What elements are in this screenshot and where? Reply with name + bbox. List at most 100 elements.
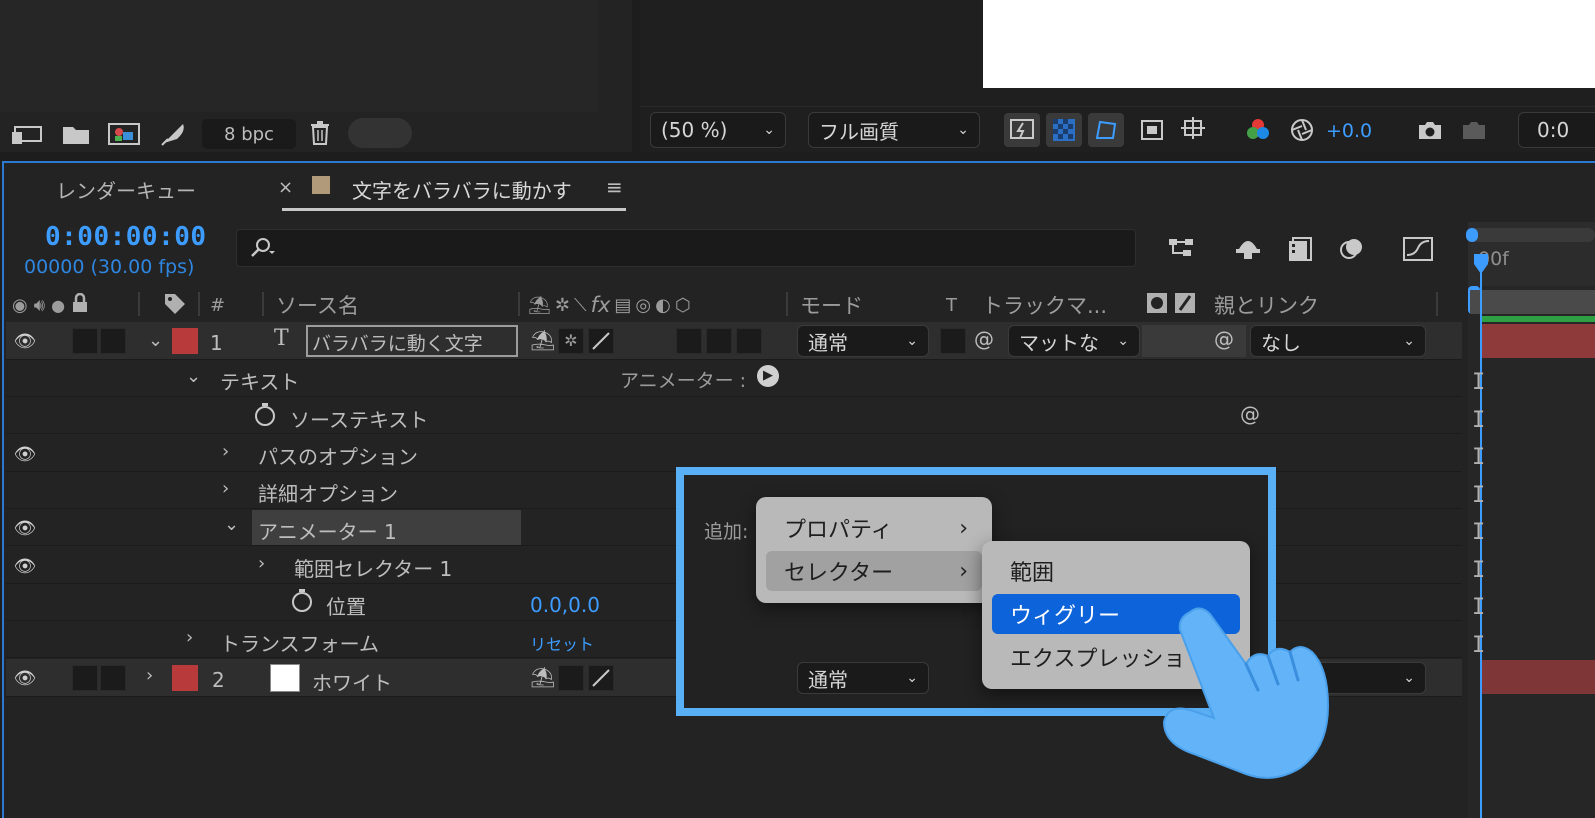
solo-switch-icon[interactable]: ● bbox=[51, 296, 65, 315]
audio-switch-icon[interactable]: 🔊︎ bbox=[34, 295, 45, 316]
ibeam-marker[interactable]: I bbox=[1472, 402, 1485, 440]
layer-name[interactable]: ホワイト bbox=[312, 667, 392, 696]
bit-depth-button[interactable]: 8 bpc bbox=[202, 119, 296, 149]
position-value[interactable]: 0.0,0.0 bbox=[530, 593, 600, 617]
menu-item-property[interactable]: プロパティ › bbox=[766, 508, 982, 548]
chevron-right-icon[interactable]: › bbox=[146, 665, 153, 686]
motion-blur-switch[interactable] bbox=[736, 328, 762, 354]
track-matte-dropdown[interactable]: マットな ⌄ bbox=[1008, 325, 1140, 357]
zoom-handle-start[interactable] bbox=[1466, 228, 1478, 242]
resolution-dropdown[interactable]: フル画質 ⌄ bbox=[808, 112, 980, 148]
guides-grid-icon[interactable] bbox=[1176, 113, 1212, 147]
new-folder-icon[interactable] bbox=[60, 120, 92, 148]
track-matte-header[interactable]: トラックマ... bbox=[982, 288, 1107, 322]
quality-switch-icon[interactable] bbox=[588, 328, 614, 354]
shy-switch-icon[interactable]: ⛱︎ bbox=[530, 665, 555, 689]
frame-blend-switch[interactable] bbox=[706, 328, 732, 354]
tab-render-queue[interactable]: レンダーキュー bbox=[56, 175, 196, 204]
composition-canvas[interactable] bbox=[983, 0, 1595, 88]
tab-composition[interactable]: 文字をバラバラに動かす bbox=[352, 175, 572, 204]
panel-menu-icon[interactable]: ≡ bbox=[606, 175, 623, 199]
layer-name-field[interactable]: バラバラに動く文字 bbox=[306, 325, 518, 357]
stopwatch-icon[interactable] bbox=[289, 587, 315, 619]
layer-2-duration-bar[interactable] bbox=[1482, 660, 1595, 694]
region-of-interest-icon[interactable] bbox=[1134, 113, 1170, 147]
tab-close-icon[interactable]: × bbox=[278, 177, 293, 198]
frame-blending-icon[interactable] bbox=[1282, 232, 1318, 266]
eye-icon[interactable]: 👁︎ bbox=[10, 551, 40, 581]
preserve-transparency-header[interactable]: T bbox=[946, 288, 957, 322]
lock-switch[interactable] bbox=[100, 665, 126, 691]
eye-icon[interactable]: 👁︎ bbox=[10, 513, 40, 543]
number-header[interactable]: # bbox=[210, 288, 225, 322]
trash-icon[interactable] bbox=[306, 118, 334, 148]
solo-switch[interactable] bbox=[72, 665, 98, 691]
motion-blur-icon[interactable] bbox=[1334, 232, 1370, 266]
transparency-grid-icon[interactable] bbox=[1046, 113, 1082, 147]
ibeam-marker[interactable]: I bbox=[1472, 514, 1485, 552]
motion-blur-switch-icon[interactable]: ◎ bbox=[635, 295, 651, 316]
reset-link[interactable]: リセット bbox=[530, 631, 594, 655]
mode-header[interactable]: モード bbox=[800, 288, 863, 322]
parent-pickwhip-icon[interactable]: @ bbox=[1214, 327, 1234, 351]
rgb-channel-icon[interactable] bbox=[1240, 113, 1276, 147]
column-separator[interactable] bbox=[518, 292, 520, 316]
zoom-dropdown[interactable]: (50 %) ⌄ bbox=[650, 112, 786, 148]
video-eye-icon[interactable]: 👁︎ bbox=[10, 326, 40, 356]
chevron-down-icon[interactable]: ⌄ bbox=[224, 514, 239, 535]
exposure-value[interactable]: +0.0 bbox=[1326, 120, 1372, 142]
video-switch-icon[interactable]: ◉ bbox=[12, 295, 28, 316]
mode-dropdown[interactable]: 通常 ⌄ bbox=[797, 325, 929, 357]
menu-item-selector[interactable]: セレクター › bbox=[766, 551, 982, 591]
fast-previews-icon[interactable] bbox=[1004, 113, 1040, 147]
label-color-swatch[interactable] bbox=[172, 665, 198, 691]
interpret-footage-icon[interactable] bbox=[10, 122, 44, 148]
adjustment-layer-icon[interactable]: ◐ bbox=[655, 295, 671, 316]
ibeam-marker[interactable]: I bbox=[1472, 477, 1485, 515]
quality-switch-icon[interactable] bbox=[588, 665, 614, 691]
stopwatch-icon[interactable] bbox=[252, 401, 278, 433]
chevron-right-icon[interactable]: › bbox=[222, 441, 229, 462]
chevron-right-icon[interactable]: › bbox=[258, 553, 265, 574]
work-area-bar[interactable] bbox=[1468, 228, 1595, 242]
column-separator[interactable] bbox=[1436, 292, 1438, 316]
project-list[interactable] bbox=[0, 0, 598, 112]
render-icon[interactable] bbox=[158, 120, 190, 148]
column-separator[interactable] bbox=[198, 292, 200, 316]
fx-switch[interactable] bbox=[676, 328, 702, 354]
ibeam-marker[interactable]: I bbox=[1472, 364, 1485, 402]
layer-1-duration-bar[interactable] bbox=[1482, 324, 1595, 358]
ibeam-marker[interactable]: I bbox=[1472, 552, 1485, 590]
animator-1-label[interactable]: アニメーター 1 bbox=[258, 516, 397, 545]
show-snapshot-icon[interactable] bbox=[1456, 113, 1492, 147]
chevron-right-icon[interactable]: › bbox=[186, 627, 193, 648]
animator-play-icon[interactable]: ▶ bbox=[757, 365, 779, 387]
ibeam-marker[interactable]: I bbox=[1472, 439, 1485, 477]
column-separator[interactable] bbox=[138, 292, 140, 316]
shy-layers-icon[interactable] bbox=[1230, 232, 1266, 266]
snapshot-icon[interactable] bbox=[1412, 113, 1448, 147]
collapse-switch[interactable] bbox=[558, 665, 584, 691]
exposure-icon[interactable] bbox=[1284, 113, 1320, 147]
source-name-header[interactable]: ソース名 bbox=[276, 288, 359, 322]
playhead-head[interactable] bbox=[1472, 254, 1490, 274]
frame-blend-icon[interactable]: ▤ bbox=[614, 295, 631, 316]
work-area-range[interactable] bbox=[1470, 290, 1595, 314]
graph-editor-icon[interactable] bbox=[1400, 232, 1436, 266]
mask-path-icon[interactable] bbox=[1088, 113, 1124, 147]
menu-item-range[interactable]: 範囲 bbox=[992, 551, 1240, 591]
eye-icon[interactable]: 👁︎ bbox=[10, 439, 40, 469]
flowchart-toggle[interactable] bbox=[348, 118, 412, 148]
label-header[interactable] bbox=[162, 288, 188, 322]
chevron-right-icon[interactable]: › bbox=[222, 478, 229, 499]
3d-layer-icon[interactable]: ⬡ bbox=[675, 295, 691, 316]
parent-link-header[interactable]: 親とリンク bbox=[1214, 288, 1319, 322]
collapse-switch-icon[interactable]: ✲ bbox=[558, 328, 584, 354]
viewer-timecode[interactable]: 0:0 bbox=[1518, 112, 1595, 148]
current-time-display[interactable]: 0:00:00:00 bbox=[45, 222, 207, 252]
layer-search-input[interactable] bbox=[236, 229, 1136, 267]
mode-dropdown-overlay[interactable]: 通常 ⌄ bbox=[797, 662, 929, 694]
ibeam-marker[interactable]: I bbox=[1472, 589, 1485, 627]
effects-icon[interactable]: fx bbox=[591, 293, 611, 317]
composition-flowchart-icon[interactable] bbox=[1164, 232, 1200, 266]
